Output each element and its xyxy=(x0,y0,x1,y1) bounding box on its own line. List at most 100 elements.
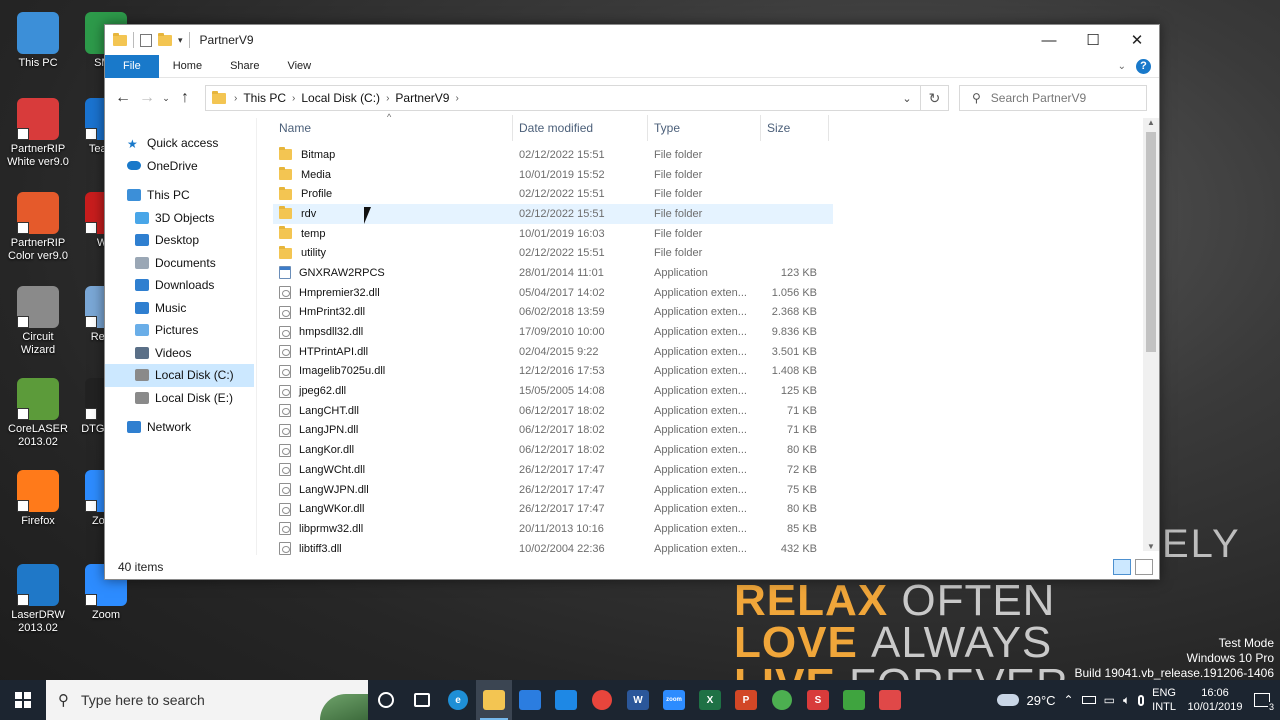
sidebar-item[interactable]: Local Disk (C:) xyxy=(105,364,254,387)
sidebar-item[interactable]: This PC xyxy=(105,184,256,207)
corel-taskbar-button[interactable] xyxy=(836,680,872,720)
chevron-right-icon[interactable]: › xyxy=(234,93,237,104)
task-view-taskbar-button[interactable] xyxy=(404,680,440,720)
up-button[interactable]: ↑ xyxy=(173,89,197,107)
file-row[interactable]: LangJPN.dll 06/12/2017 18:02 Application e… xyxy=(273,421,833,441)
forward-button[interactable]: → xyxy=(135,89,159,107)
file-explorer-taskbar-button[interactable] xyxy=(476,680,512,720)
sidebar-item[interactable]: Downloads xyxy=(105,274,256,297)
file-row[interactable]: Imagelib7025u.dll 12/12/2016 17:53 Applica… xyxy=(273,362,833,382)
sidebar-item[interactable]: OneDrive xyxy=(105,155,256,178)
sidebar-item[interactable]: Documents xyxy=(105,252,256,275)
sidebar-item[interactable]: Music xyxy=(105,297,256,320)
file-row[interactable]: jpeg62.dll 15/05/2005 14:08 Application ex… xyxy=(273,381,833,401)
file-row[interactable]: rdv 02/12/2022 15:51 File folder xyxy=(273,204,833,224)
battery-icon[interactable] xyxy=(1081,696,1096,704)
back-button[interactable]: ← xyxy=(111,89,135,107)
expand-ribbon-icon[interactable]: ⌄ xyxy=(1118,61,1126,72)
desktop-icon[interactable]: Firefox xyxy=(6,470,70,528)
column-type[interactable]: Type xyxy=(648,115,761,141)
mail-taskbar-button[interactable] xyxy=(548,680,584,720)
file-row[interactable]: HTPrintAPI.dll 02/04/2015 9:22 Application… xyxy=(273,342,833,362)
desktop-icon[interactable]: Circuit Wizard xyxy=(6,286,70,357)
desktop-icon[interactable]: PartnerRIP Color ver9.0 xyxy=(6,192,70,263)
desktop-icon[interactable]: This PC xyxy=(6,12,70,70)
cortana-taskbar-button[interactable] xyxy=(368,680,404,720)
close-button[interactable]: ✕ xyxy=(1115,25,1159,55)
properties-icon[interactable] xyxy=(140,33,152,47)
chevron-right-icon[interactable]: › xyxy=(386,93,389,104)
file-row[interactable]: temp 10/01/2019 16:03 File folder xyxy=(273,224,833,244)
desktop-icon[interactable]: LaserDRW 2013.02 xyxy=(6,564,70,635)
file-row[interactable]: LangKor.dll 06/12/2017 18:02 Application e… xyxy=(273,440,833,460)
scrollbar-thumb[interactable] xyxy=(1146,132,1156,352)
file-row[interactable]: Profile 02/12/2022 15:51 File folder xyxy=(273,184,833,204)
excel-taskbar-button[interactable]: X xyxy=(692,680,728,720)
desktop-icon[interactable]: PartnerRIP White ver9.0 xyxy=(6,98,70,169)
help-icon[interactable]: ? xyxy=(1136,58,1151,74)
vertical-scrollbar[interactable]: ▲ ▼ xyxy=(1143,118,1159,551)
edge-taskbar-button[interactable]: e xyxy=(440,680,476,720)
file-row[interactable]: libprmw32.dll 20/11/2013 10:16 Application… xyxy=(273,519,833,539)
file-row[interactable]: GNXRAW2RPCS 28/01/2014 11:01 Application 12… xyxy=(273,263,833,283)
clock[interactable]: 16:06 10/01/2019 xyxy=(1184,686,1246,714)
sidebar-item[interactable]: ★ Quick access xyxy=(105,132,256,155)
file-row[interactable]: HmPrint32.dll 06/02/2018 13:59 Application… xyxy=(273,303,833,323)
sidebar-item[interactable]: Desktop xyxy=(105,229,256,252)
sidebar-item[interactable]: Network xyxy=(105,416,256,439)
breadcrumb-this-pc[interactable]: This PC xyxy=(243,91,286,105)
search-input[interactable]: ⚲ Search PartnerV9 xyxy=(959,85,1147,111)
notification-icon[interactable]: 3 xyxy=(1254,693,1275,712)
store-taskbar-button[interactable] xyxy=(512,680,548,720)
file-row[interactable]: Bitmap 02/12/2022 15:51 File folder xyxy=(273,145,833,165)
file-row[interactable]: utility 02/12/2022 15:51 File folder xyxy=(273,243,833,263)
zoom-taskbar-button[interactable]: zoom xyxy=(656,680,692,720)
word-taskbar-button[interactable]: W xyxy=(620,680,656,720)
details-view-button[interactable] xyxy=(1113,559,1131,575)
chevron-right-icon[interactable]: › xyxy=(455,93,458,104)
sidebar-item[interactable]: Pictures xyxy=(105,319,256,342)
file-row[interactable]: LangCHT.dll 06/12/2017 18:02 Application e… xyxy=(273,401,833,421)
chevron-up-icon[interactable]: ⌃ xyxy=(1064,693,1074,707)
sidebar-item[interactable]: Local Disk (E:) xyxy=(105,387,256,410)
scroll-down-icon[interactable]: ▼ xyxy=(1143,542,1159,551)
minimize-button[interactable]: — xyxy=(1027,25,1071,55)
taskbar-search[interactable]: ⚲ Type here to search xyxy=(46,680,368,720)
file-row[interactable]: LangWCht.dll 26/12/2017 17:47 Application … xyxy=(273,460,833,480)
desktop-icon[interactable]: CoreLASER 2013.02 xyxy=(6,378,70,449)
column-name[interactable]: Name xyxy=(273,115,513,141)
chrome-taskbar-button-2[interactable] xyxy=(764,680,800,720)
microphone-icon[interactable] xyxy=(1138,694,1145,706)
address-bar[interactable]: › This PC › Local Disk (C:) › PartnerV9 … xyxy=(205,85,949,111)
refresh-icon[interactable]: ↻ xyxy=(920,86,948,110)
recent-locations-icon[interactable]: ⌄ xyxy=(159,93,173,104)
sidebar-item[interactable]: 3D Objects xyxy=(105,207,256,230)
customize-toolbar-icon[interactable]: ▾ xyxy=(178,35,183,46)
network-icon[interactable]: ▭ xyxy=(1104,693,1115,707)
file-row[interactable]: Media 10/01/2019 15:52 File folder xyxy=(273,165,833,185)
powerpoint-taskbar-button[interactable]: P xyxy=(728,680,764,720)
file-row[interactable]: LangWKor.dll 26/12/2017 17:47 Application … xyxy=(273,499,833,519)
weather-icon[interactable] xyxy=(996,694,1019,706)
volume-icon[interactable]: 🔈︎ xyxy=(1123,693,1130,708)
file-row[interactable]: Hmpremier32.dll 05/04/2017 14:02 Applicati… xyxy=(273,283,833,303)
language-indicator[interactable]: ENG INTL xyxy=(1152,686,1176,714)
file-row[interactable]: hmpsdll32.dll 17/09/2010 10:00 Application… xyxy=(273,322,833,342)
corel-red-taskbar-button[interactable] xyxy=(872,680,908,720)
tab-home[interactable]: Home xyxy=(159,55,216,78)
tab-file[interactable]: File xyxy=(105,54,159,78)
file-row[interactable]: LangWJPN.dll 26/12/2017 17:47 Application … xyxy=(273,480,833,500)
partnerrip-taskbar-button[interactable]: S xyxy=(800,680,836,720)
maximize-button[interactable]: ☐ xyxy=(1071,25,1115,55)
tab-view[interactable]: View xyxy=(273,55,325,78)
breadcrumb-partnerv9[interactable]: PartnerV9 xyxy=(395,91,449,105)
sidebar-item[interactable]: Videos xyxy=(105,342,256,365)
start-button[interactable] xyxy=(0,680,46,720)
breadcrumb-local-disk-c[interactable]: Local Disk (C:) xyxy=(301,91,380,105)
new-folder-icon[interactable] xyxy=(158,32,172,46)
column-size[interactable]: Size xyxy=(761,115,829,141)
tab-share[interactable]: Share xyxy=(216,55,273,78)
scroll-up-icon[interactable]: ▲ xyxy=(1143,118,1159,127)
large-icons-view-button[interactable] xyxy=(1135,559,1153,575)
chevron-right-icon[interactable]: › xyxy=(292,93,295,104)
